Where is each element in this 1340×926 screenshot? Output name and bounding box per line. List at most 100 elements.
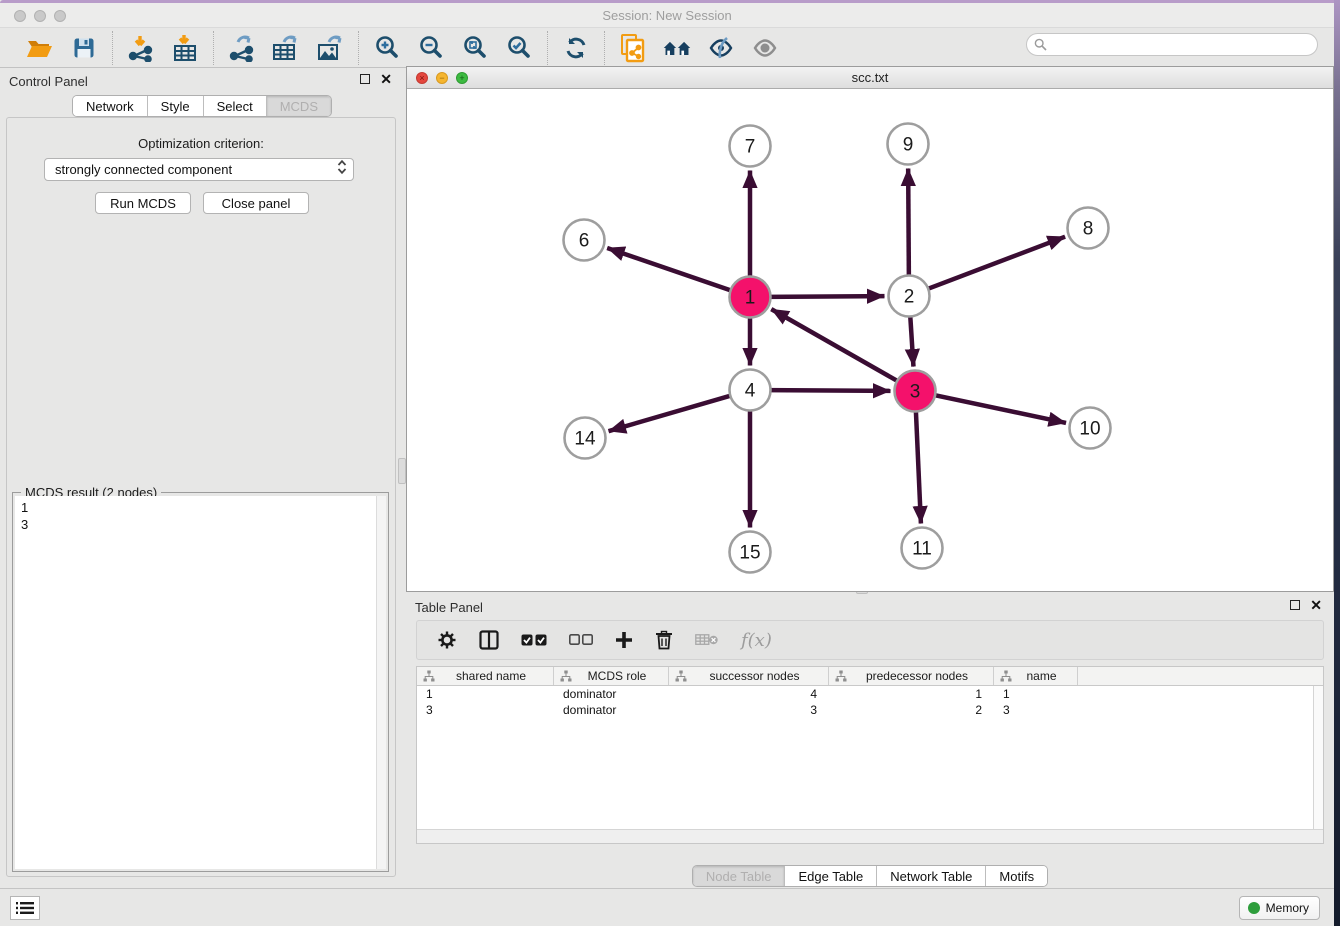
export-network-icon[interactable] — [227, 33, 257, 63]
select-all-icon[interactable] — [521, 633, 547, 647]
table-cell: 3 — [994, 702, 1078, 718]
svg-text:6: 6 — [579, 231, 590, 252]
table-vertical-scrollbar[interactable] — [1313, 686, 1323, 829]
tab-select[interactable]: Select — [203, 96, 266, 116]
zoom-window-button[interactable] — [54, 10, 66, 22]
run-mcds-button[interactable]: Run MCDS — [95, 192, 191, 214]
optimization-criterion-select[interactable]: strongly connected component — [44, 158, 354, 181]
network-window-titlebar[interactable]: × − + scc.txt — [407, 67, 1333, 89]
export-table-icon[interactable] — [271, 33, 301, 63]
edge-4-14[interactable] — [609, 395, 733, 431]
node-15[interactable]: 15 — [730, 532, 771, 573]
close-table-panel-icon[interactable]: ✕ — [1310, 600, 1322, 610]
column-header-predecessor-nodes[interactable]: predecessor nodes — [829, 667, 994, 685]
edge-2-9[interactable] — [908, 168, 909, 277]
show-column-icon[interactable] — [479, 630, 499, 650]
float-table-panel-icon[interactable] — [1290, 600, 1300, 610]
edge-4-3[interactable] — [768, 390, 890, 391]
column-header-MCDS-role[interactable]: MCDS role — [554, 667, 669, 685]
node-10[interactable]: 10 — [1070, 408, 1111, 449]
table-panel: Table Panel ✕ — [406, 594, 1334, 868]
control-panel-title: Control Panel — [0, 74, 88, 89]
edge-3-10[interactable] — [933, 395, 1066, 423]
table-cell: 3 — [669, 702, 829, 718]
node-7[interactable]: 7 — [730, 126, 771, 167]
node-14[interactable]: 14 — [565, 418, 606, 459]
network-from-selection-icon[interactable] — [618, 33, 648, 63]
tab-node-table[interactable]: Node Table — [693, 866, 785, 886]
column-header-shared-name[interactable]: shared name — [417, 667, 554, 685]
network-minimize-button[interactable]: − — [436, 72, 448, 84]
node-6[interactable]: 6 — [564, 220, 605, 261]
delete-table-icon[interactable] — [695, 633, 719, 647]
create-column-icon[interactable] — [615, 631, 633, 649]
first-neighbors-icon[interactable] — [662, 33, 692, 63]
tab-motifs[interactable]: Motifs — [985, 866, 1047, 886]
table-panel-title: Table Panel — [406, 600, 483, 615]
tab-style[interactable]: Style — [147, 96, 203, 116]
node-2[interactable]: 2 — [889, 276, 930, 317]
save-session-icon[interactable] — [69, 33, 99, 63]
edge-2-3[interactable] — [910, 314, 913, 366]
network-maximize-button[interactable]: + — [456, 72, 468, 84]
network-window: × − + scc.txt 7 9 6 8 1 2 4 3 14 10 15 11 — [406, 66, 1334, 592]
column-header-successor-nodes[interactable]: successor nodes — [669, 667, 829, 685]
close-window-button[interactable] — [14, 10, 26, 22]
deselect-all-icon[interactable] — [569, 634, 593, 646]
svg-text:14: 14 — [574, 429, 596, 450]
main-titlebar: Session: New Session — [0, 3, 1334, 28]
search-input[interactable] — [1026, 33, 1318, 56]
node-1[interactable]: 1 — [730, 277, 771, 318]
svg-text:10: 10 — [1079, 419, 1100, 440]
node-4[interactable]: 4 — [730, 370, 771, 411]
mcds-result-scrollbar[interactable] — [376, 496, 386, 869]
node-9[interactable]: 9 — [888, 124, 929, 165]
import-network-icon[interactable] — [126, 33, 156, 63]
zoom-in-icon[interactable] — [372, 33, 402, 63]
svg-text:11: 11 — [912, 539, 932, 560]
node-3[interactable]: 3 — [895, 371, 936, 412]
show-graphics-details-icon[interactable] — [750, 33, 780, 63]
zoom-fit-icon[interactable] — [460, 33, 490, 63]
close-panel-button[interactable]: Close panel — [203, 192, 309, 214]
zoom-selected-icon[interactable] — [504, 33, 534, 63]
import-table-icon[interactable] — [170, 33, 200, 63]
edge-3-1[interactable] — [771, 309, 899, 382]
delete-columns-icon[interactable] — [655, 630, 673, 650]
column-header-name[interactable]: name — [994, 667, 1078, 685]
vertical-splitter-grip[interactable] — [398, 458, 406, 484]
zoom-out-icon[interactable] — [416, 33, 446, 63]
table-cell: 2 — [829, 702, 994, 718]
close-panel-icon[interactable]: ✕ — [380, 74, 392, 84]
svg-text:3: 3 — [910, 382, 921, 403]
function-builder-icon[interactable]: f(x) — [741, 630, 772, 651]
svg-text:15: 15 — [739, 543, 760, 564]
edge-3-11[interactable] — [916, 409, 921, 523]
edge-1-6[interactable] — [607, 248, 732, 291]
table-options-gear-icon[interactable] — [437, 630, 457, 650]
table-horizontal-scrollbar[interactable] — [417, 829, 1323, 843]
tab-network[interactable]: Network — [73, 96, 147, 116]
memory-label: Memory — [1266, 901, 1309, 915]
task-history-button[interactable] — [10, 896, 40, 920]
network-close-button[interactable]: × — [416, 72, 428, 84]
tab-mcds[interactable]: MCDS — [266, 96, 331, 116]
export-image-icon[interactable] — [315, 33, 345, 63]
edge-2-8[interactable] — [926, 237, 1065, 290]
node-table[interactable]: shared nameMCDS rolesuccessor nodesprede… — [416, 666, 1324, 844]
refresh-network-icon[interactable] — [561, 33, 591, 63]
memory-button[interactable]: Memory — [1239, 896, 1320, 920]
edge-1-2[interactable] — [768, 296, 884, 297]
node-11[interactable]: 11 — [902, 528, 943, 569]
tab-network-table[interactable]: Network Table — [876, 866, 985, 886]
minimize-window-button[interactable] — [34, 10, 46, 22]
open-session-icon[interactable] — [25, 33, 55, 63]
node-8[interactable]: 8 — [1068, 208, 1109, 249]
table-row[interactable]: 3dominator323 — [417, 702, 1323, 718]
float-panel-icon[interactable] — [360, 74, 370, 84]
network-canvas[interactable]: 7 9 6 8 1 2 4 3 14 10 15 11 — [407, 89, 1333, 591]
mcds-result-text[interactable]: 1 3 — [15, 496, 376, 869]
hide-graphics-details-icon[interactable] — [706, 33, 736, 63]
tab-edge-table[interactable]: Edge Table — [784, 866, 876, 886]
table-row[interactable]: 1dominator411 — [417, 686, 1323, 702]
